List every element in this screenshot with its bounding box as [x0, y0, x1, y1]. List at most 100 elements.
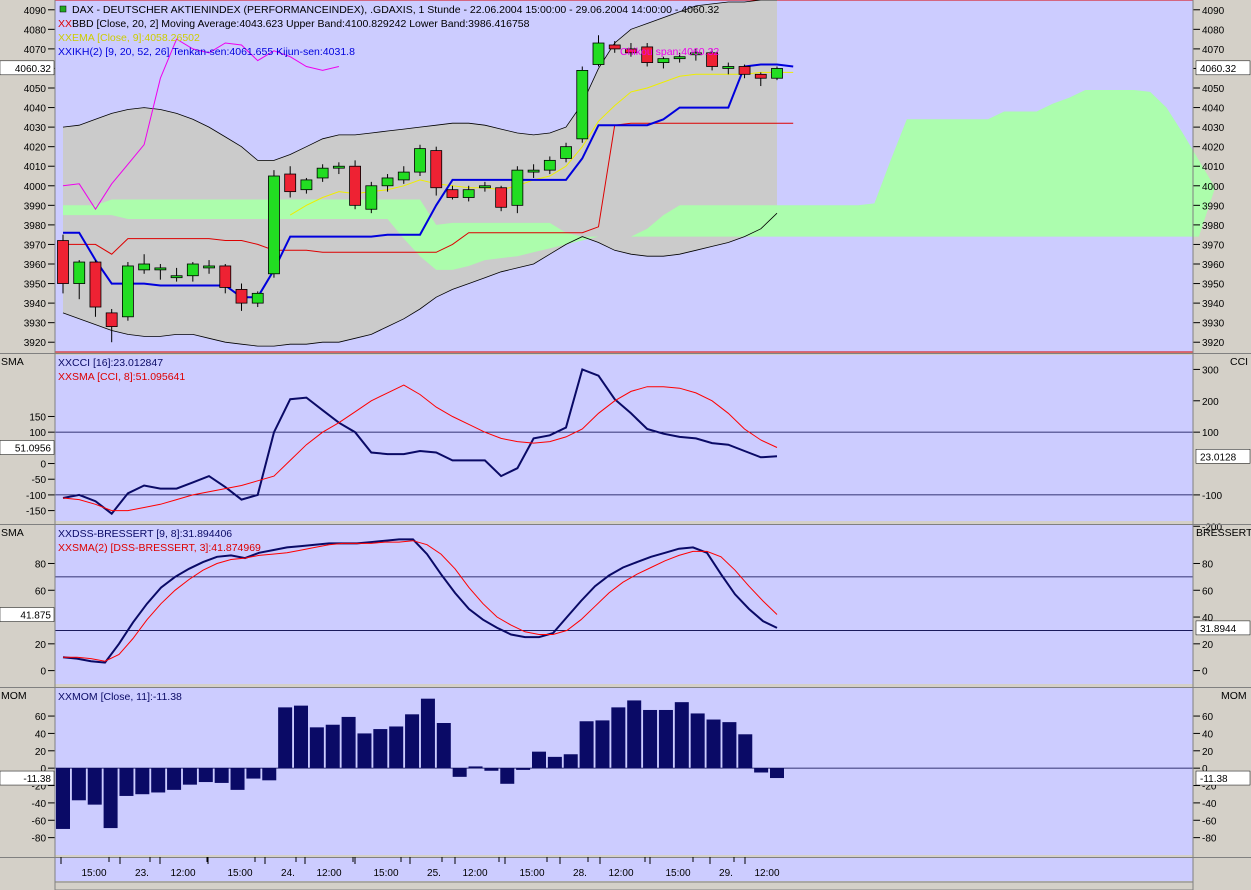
- mom-tick-label-right: -80: [1202, 834, 1217, 845]
- dss-tick-label-right: 60: [1202, 586, 1214, 597]
- candle-body: [203, 265, 215, 269]
- dss-panel-name-left: SMA: [1, 527, 24, 539]
- price-tick-label-right: 4020: [1202, 143, 1225, 154]
- scrollbar[interactable]: [54, 881, 1194, 890]
- mom-legend-prefix: XX: [58, 691, 72, 703]
- cci-tick-label-right: 300: [1202, 365, 1219, 376]
- dss-last-label-left: 41.875: [20, 611, 51, 622]
- price-tick-label-left: 4070: [24, 45, 47, 56]
- dss-tick-label-left: 20: [35, 640, 47, 651]
- chart-canvas: 4090 4090 4080 4080 4070 4070 40 60 40 60 4050 4050…: [0, 0, 1251, 890]
- candle-body: [560, 146, 572, 159]
- x-axis-label: 12:00: [754, 868, 779, 879]
- candle-body: [89, 261, 102, 308]
- cci-tick-label-left: -50: [32, 475, 47, 486]
- price-tick-label-left: 3990: [24, 201, 47, 212]
- cci-panel-name-left: SMA: [1, 356, 24, 368]
- cci-tick-label-right: -100: [1202, 491, 1222, 502]
- price-tick-label-left: 3930: [24, 319, 47, 330]
- dss-legend-1: DSS-BRESSERT [9, 8]:31.894406: [72, 528, 232, 540]
- mom-tick-label-left: -80: [32, 834, 47, 845]
- candle-body: [138, 263, 151, 271]
- price-title: DAX - DEUTSCHER AKTIENINDEX (PERFORMANCE…: [72, 4, 719, 16]
- price-tick-label-right: 4080: [1202, 25, 1225, 36]
- mom-bar: [182, 768, 197, 785]
- price-tick-label-left: 4000: [24, 182, 47, 193]
- mom-tick-label-right: -40: [1202, 799, 1217, 810]
- candle-body: [332, 165, 345, 169]
- mom-bar: [770, 768, 784, 779]
- last-price-label-right: 4060.32: [1200, 64, 1237, 75]
- mom-bar: [405, 714, 420, 769]
- candle-body: [122, 265, 134, 318]
- dax-legend-icon: [59, 5, 67, 13]
- dss-tick-label-left: 80: [35, 559, 47, 570]
- candle-body: [495, 187, 508, 208]
- candle-body: [527, 169, 540, 173]
- mom-bar: [151, 768, 166, 793]
- price-tick-label-right: 3980: [1202, 221, 1225, 232]
- price-tick-label-left: 4010: [24, 162, 47, 173]
- candle-body: [576, 70, 589, 140]
- mom-panel-name-left: MOM: [1, 690, 27, 702]
- candle-body: [511, 169, 524, 206]
- cci-tick-label-right: 100: [1202, 428, 1219, 439]
- dss-tick-label-right: 0: [1202, 667, 1208, 678]
- mom-bar: [357, 733, 372, 769]
- candle-body: [300, 179, 313, 191]
- cci-panel-name-right: CCI: [1230, 356, 1248, 368]
- price-tick-label-right: 4090: [1202, 6, 1225, 17]
- mom-bar: [262, 768, 277, 781]
- price-tick-label-right: 3990: [1202, 201, 1225, 212]
- cci-panel-bg: [55, 355, 1193, 521]
- mom-bar: [643, 709, 658, 769]
- cci-tick-label-left: -100: [26, 491, 46, 502]
- candle-body: [754, 73, 767, 79]
- mom-bar: [103, 768, 118, 829]
- price-tick-label-left: 4020: [24, 143, 47, 154]
- mom-bar: [71, 768, 86, 801]
- cci-legend-prefix-1: XX: [58, 357, 72, 369]
- x-axis-label: 15:00: [665, 868, 690, 879]
- candle-body: [349, 165, 361, 206]
- candle-body: [592, 42, 605, 65]
- mom-legend: MOM [Close, 11]:-11.38: [72, 691, 182, 703]
- mom-bar: [674, 702, 689, 769]
- mom-bar: [309, 727, 324, 769]
- price-tick-label-right: 3970: [1202, 240, 1225, 251]
- candle-body: [381, 177, 394, 187]
- mom-bar: [754, 768, 769, 773]
- mom-last-label-left: -11.38: [23, 774, 51, 785]
- dss-legend-prefix-1: XX: [58, 528, 72, 540]
- dss-panel-name-right: BRESSERT: [1196, 527, 1251, 539]
- price-tick-label-left: 3920: [24, 338, 47, 349]
- candle-body: [219, 265, 232, 288]
- price-tick-label-right: 4030: [1202, 123, 1225, 134]
- mom-bar: [690, 713, 705, 769]
- cci-legend-prefix-2: XX: [58, 371, 72, 383]
- price-tick-label-left: 4090: [24, 6, 47, 17]
- mom-bar: [738, 734, 753, 769]
- mom-bar: [230, 768, 245, 790]
- mom-bar: [563, 754, 578, 769]
- candle-body: [657, 58, 670, 63]
- mom-last-label-right: -11.38: [1200, 774, 1228, 785]
- candle-body: [430, 150, 443, 189]
- mom-bar: [500, 768, 515, 784]
- bbd-legend: BBD [Close, 20, 2] Moving Average:4043.6…: [72, 18, 530, 30]
- candle-body: [251, 292, 264, 304]
- price-tick-label-left: 3980: [24, 221, 47, 232]
- x-axis-label: 23.: [135, 868, 149, 879]
- cci-tick-label-left: 0: [40, 460, 46, 471]
- price-tick-label-left: 4050: [24, 84, 47, 95]
- mom-tick-label-right: 60: [1202, 712, 1214, 723]
- mom-bar: [579, 721, 594, 769]
- ikh-legend: IKH(2) [9, 20, 52, 26] Tenkan-sen:4061.6…: [72, 46, 355, 58]
- mom-bar: [722, 722, 737, 769]
- mom-bar: [516, 768, 531, 770]
- candle-body: [771, 68, 783, 79]
- price-tick-label-left: 4030: [24, 123, 47, 134]
- last-price-label-left: 4060.32: [15, 64, 52, 75]
- mom-bar: [278, 707, 293, 769]
- x-axis-label: 25.: [427, 868, 441, 879]
